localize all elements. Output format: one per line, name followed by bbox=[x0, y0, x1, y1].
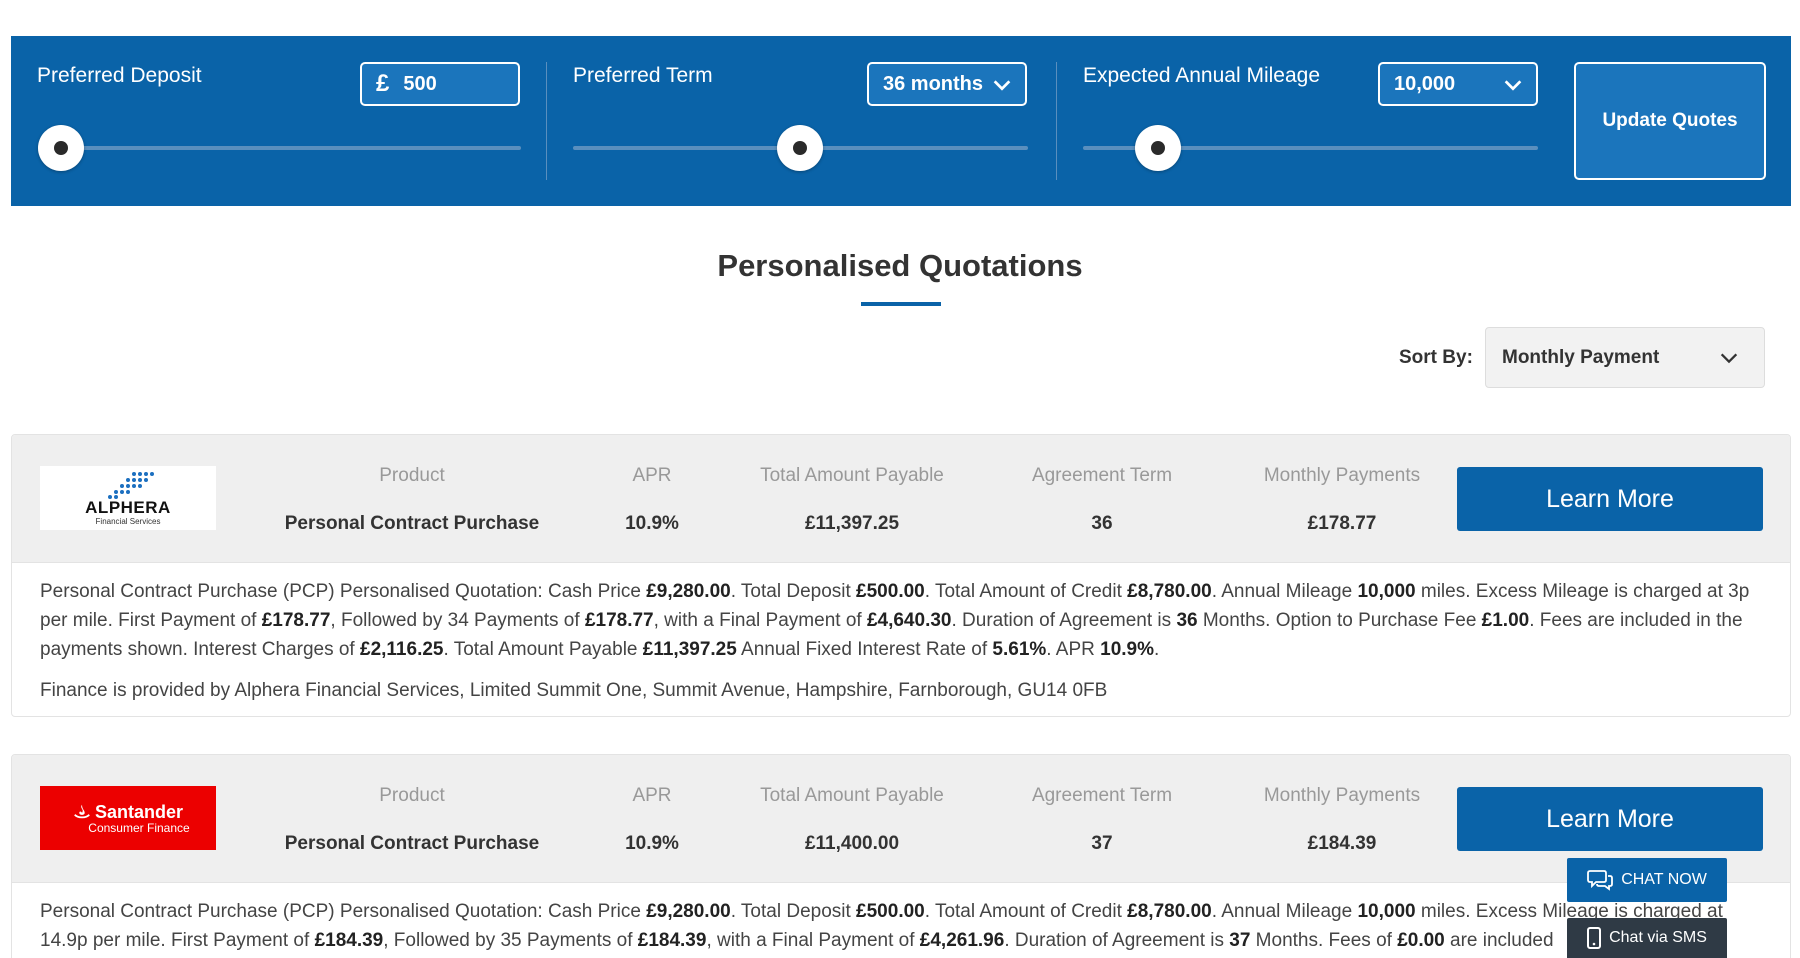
term-select[interactable]: 36 months bbox=[867, 62, 1027, 106]
logo-subtitle: Financial Services bbox=[95, 516, 161, 526]
monthly-value: £178.77 bbox=[1307, 513, 1377, 534]
chat-via-sms-button[interactable]: Chat via SMS bbox=[1567, 918, 1727, 958]
quote-description: Personal Contract Purchase (PCP) Persona… bbox=[40, 581, 1750, 660]
logo-brand: ALPHERA bbox=[85, 497, 171, 517]
page-title: Personalised Quotations bbox=[717, 248, 1083, 283]
title-underline bbox=[861, 302, 941, 306]
column-header: Agreement Term bbox=[1031, 785, 1173, 806]
chevron-down-icon bbox=[1504, 80, 1522, 91]
mileage-slider-handle[interactable] bbox=[1135, 125, 1181, 171]
learn-more-button[interactable]: Learn More bbox=[1457, 467, 1763, 531]
quote-header: ALPHERA Financial Services Product Perso… bbox=[12, 435, 1790, 563]
monthly-value: £184.39 bbox=[1307, 833, 1377, 854]
column-header: Monthly Payments bbox=[1263, 465, 1421, 486]
quote-details: Personal Contract Purchase (PCP) Persona… bbox=[12, 563, 1790, 705]
mileage-label: Expected Annual Mileage bbox=[1083, 64, 1320, 87]
alphera-dots-icon bbox=[108, 471, 154, 499]
column-header: APR bbox=[632, 785, 672, 806]
column-header: Product bbox=[379, 465, 445, 486]
quote-card: Santander Consumer Finance Product Perso… bbox=[11, 754, 1791, 958]
column-header: Total Amount Payable bbox=[760, 785, 944, 806]
total-value: £11,400.00 bbox=[804, 833, 900, 854]
finance-provider-note: Finance is provided by Alphera Financial… bbox=[40, 680, 1108, 701]
quote-card: ALPHERA Financial Services Product Perso… bbox=[11, 434, 1791, 717]
logo-subtitle: Consumer Finance bbox=[88, 820, 190, 835]
term-value: 37 bbox=[1091, 833, 1113, 854]
term-value: 36 bbox=[1091, 513, 1113, 534]
sort-value: Monthly Payment bbox=[1502, 346, 1660, 368]
apr-value: 10.9% bbox=[625, 513, 679, 534]
deposit-value: 500 bbox=[403, 72, 437, 95]
chevron-down-icon bbox=[1720, 353, 1738, 364]
deposit-slider-handle[interactable] bbox=[38, 125, 84, 171]
column-header: Total Amount Payable bbox=[760, 465, 944, 486]
total-value: £11,397.25 bbox=[804, 513, 900, 534]
sort-select[interactable]: Monthly Payment bbox=[1485, 327, 1765, 388]
pound-icon: £ bbox=[376, 70, 390, 97]
mileage-select[interactable]: 10,000 bbox=[1378, 62, 1538, 106]
chat-now-label: CHAT NOW bbox=[1621, 871, 1707, 888]
sort-label: Sort By: bbox=[1399, 347, 1473, 368]
update-quotes-button[interactable]: Update Quotes bbox=[1574, 62, 1766, 180]
quote-header: Santander Consumer Finance Product Perso… bbox=[12, 755, 1790, 883]
filter-divider bbox=[1056, 62, 1057, 180]
learn-more-button[interactable]: Learn More bbox=[1457, 787, 1763, 851]
term-label: Preferred Term bbox=[573, 64, 713, 87]
filter-divider bbox=[546, 62, 547, 180]
column-header: APR bbox=[632, 465, 672, 486]
column-header: Agreement Term bbox=[1031, 465, 1173, 486]
chevron-down-icon bbox=[993, 80, 1011, 91]
chat-sms-label: Chat via SMS bbox=[1609, 929, 1707, 946]
quote-filter-bar: Preferred Deposit £ 500 Preferred Term 3… bbox=[11, 36, 1791, 206]
mobile-phone-icon bbox=[1587, 927, 1602, 949]
product-value: Personal Contract Purchase bbox=[284, 513, 540, 534]
quote-description: Personal Contract Purchase (PCP) Persona… bbox=[40, 901, 1723, 951]
term-value: 36 months bbox=[883, 72, 984, 95]
column-header: Monthly Payments bbox=[1263, 785, 1421, 806]
alphera-logo: ALPHERA Financial Services bbox=[40, 466, 216, 530]
term-slider-handle[interactable] bbox=[777, 125, 823, 171]
deposit-label: Preferred Deposit bbox=[37, 64, 202, 87]
mileage-value: 10,000 bbox=[1394, 72, 1456, 95]
product-value: Personal Contract Purchase bbox=[284, 833, 540, 854]
chat-now-button[interactable]: CHAT NOW bbox=[1567, 858, 1727, 902]
santander-logo: Santander Consumer Finance bbox=[40, 786, 216, 850]
column-header: Product bbox=[379, 785, 445, 806]
logo-brand: Santander bbox=[94, 801, 184, 822]
quote-details: Personal Contract Purchase (PCP) Persona… bbox=[12, 883, 1790, 955]
deposit-input[interactable]: £ 500 bbox=[360, 62, 520, 106]
apr-value: 10.9% bbox=[625, 833, 679, 854]
chat-bubble-icon bbox=[1587, 870, 1614, 891]
santander-flame-icon bbox=[74, 804, 90, 818]
deposit-slider-track[interactable] bbox=[51, 146, 521, 150]
